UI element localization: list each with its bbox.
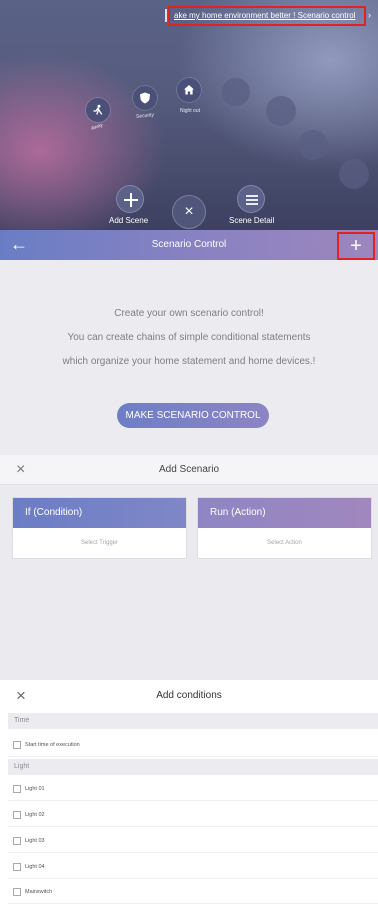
empty-scene-slot[interactable]: [298, 130, 328, 160]
back-arrow-icon[interactable]: ←: [10, 233, 28, 255]
empty-scene-slot[interactable]: [266, 96, 296, 126]
banner-divider: [165, 9, 167, 22]
checkbox[interactable]: [13, 811, 21, 819]
action-card-title: Run (Action): [198, 498, 371, 528]
condition-label: Light 03: [25, 838, 45, 844]
empty-scene-slot[interactable]: [222, 78, 250, 106]
close-icon: ×: [184, 203, 194, 220]
intro-line-1: Create your own scenario control!: [114, 308, 264, 319]
page-title: Scenario Control: [151, 239, 227, 250]
person-walking-icon: [93, 104, 103, 115]
condition-card-title: If (Condition): [13, 498, 186, 528]
condition-row[interactable]: Light 04: [8, 855, 378, 879]
intro-line-3: which organize your home statement and h…: [62, 356, 316, 367]
scene-dial-panel: ake my home environment better ! Scenari…: [0, 0, 378, 230]
condition-label: Light 04: [25, 864, 45, 870]
add-scenario-title: Add Scenario: [158, 464, 220, 475]
add-scene-button[interactable]: [116, 185, 144, 213]
scene-nightout-button[interactable]: [177, 78, 201, 102]
add-conditions-panel: × Add conditions Time Start time of exec…: [0, 680, 378, 906]
checkbox[interactable]: [13, 741, 21, 749]
banner-arrow-icon[interactable]: ›: [368, 10, 371, 20]
condition-card[interactable]: If (Condition) Select Trigger: [12, 497, 187, 559]
checkbox[interactable]: [13, 785, 21, 793]
make-scenario-control-button[interactable]: MAKE SCENARIO CONTROL: [117, 403, 269, 428]
scene-security-button[interactable]: [133, 86, 157, 110]
intro-line-2: You can create chains of simple conditio…: [67, 332, 311, 343]
action-card[interactable]: Run (Action) Select Action: [197, 497, 372, 559]
select-action-button[interactable]: Select Action: [198, 528, 371, 559]
empty-scene-slot[interactable]: [339, 159, 369, 189]
plus-icon: [124, 193, 138, 207]
scene-security-label: Security: [135, 112, 155, 120]
add-scenario-header: × Add Scenario: [0, 455, 378, 485]
scenario-control-header: Scenario Control ← +: [0, 230, 378, 260]
scene-away-button[interactable]: [86, 98, 110, 122]
condition-label: Light 01: [25, 786, 45, 792]
checkbox[interactable]: [13, 888, 21, 896]
add-scene-label: Add Scene: [109, 216, 149, 225]
scene-nightout-label: Night out: [180, 108, 201, 114]
condition-label: Start time of execution: [25, 742, 80, 748]
checkbox[interactable]: [13, 837, 21, 845]
close-dial-button[interactable]: ×: [172, 195, 206, 229]
scene-away-label: Away: [90, 122, 104, 132]
plus-icon: +: [350, 235, 362, 257]
condition-row[interactable]: Light 01: [8, 777, 378, 801]
scenario-control-panel: Scenario Control ← + Create your own sce…: [0, 230, 378, 455]
condition-row[interactable]: Mainswitch: [8, 880, 378, 904]
condition-label: Mainswitch: [25, 889, 53, 895]
category-header-light: Light: [8, 759, 378, 775]
checkbox[interactable]: [13, 863, 21, 871]
add-conditions-title: Add conditions: [156, 690, 222, 701]
condition-row[interactable]: Light 02: [8, 803, 378, 827]
add-scenario-button[interactable]: +: [337, 232, 375, 260]
scenario-control-banner-link[interactable]: ake my home environment better ! Scenari…: [168, 6, 366, 26]
condition-row[interactable]: Start time of execution: [8, 733, 378, 757]
home-icon: [184, 85, 194, 95]
list-icon: [246, 195, 258, 205]
add-scenario-panel: × Add Scenario If (Condition) Select Tri…: [0, 455, 378, 680]
category-header-time: Time: [8, 713, 378, 729]
shield-icon: [140, 92, 150, 104]
condition-label: Light 02: [25, 812, 45, 818]
scene-detail-button[interactable]: [237, 185, 265, 213]
scene-detail-label: Scene Detail: [229, 216, 275, 225]
condition-row[interactable]: Light 03: [8, 829, 378, 853]
select-trigger-button[interactable]: Select Trigger: [13, 528, 186, 559]
